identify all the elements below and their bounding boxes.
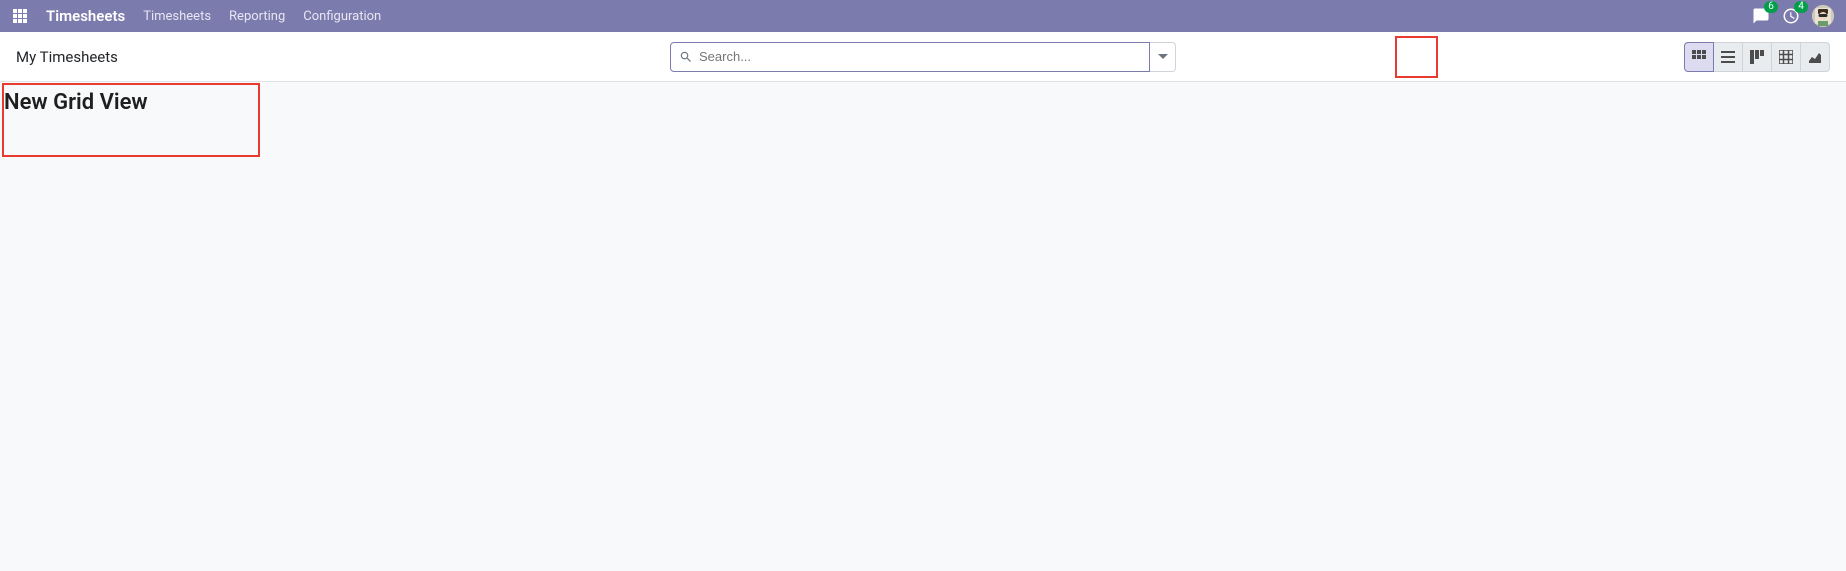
apps-icon[interactable] (12, 8, 28, 24)
empty-area (0, 123, 1846, 533)
view-kanban-button[interactable] (1742, 42, 1772, 72)
breadcrumb-title: My Timesheets (16, 48, 118, 66)
caret-down-icon (1158, 52, 1168, 62)
main-content: New Grid View (0, 82, 1846, 123)
activities-badge: 4 (1794, 1, 1808, 13)
view-grid-button[interactable] (1684, 42, 1714, 72)
messages-button[interactable]: 6 (1752, 7, 1770, 25)
control-bar: My Timesheets (0, 32, 1846, 82)
nav-right: 6 4 (1752, 5, 1834, 27)
view-list-button[interactable] (1713, 42, 1743, 72)
search-icon (679, 50, 693, 64)
graph-icon (1808, 50, 1822, 64)
list-icon (1721, 50, 1735, 64)
activities-button[interactable]: 4 (1782, 7, 1800, 25)
avatar-icon (1812, 5, 1834, 27)
kanban-icon (1750, 50, 1764, 64)
content-heading: New Grid View (0, 82, 1846, 123)
view-pivot-button[interactable] (1771, 42, 1801, 72)
grid-icon (1692, 50, 1706, 64)
nav-menu-timesheets[interactable]: Timesheets (143, 9, 211, 24)
nav-menu-reporting[interactable]: Reporting (229, 9, 285, 24)
user-avatar[interactable] (1812, 5, 1834, 27)
search-container (670, 42, 1176, 72)
nav-menu-configuration[interactable]: Configuration (303, 9, 381, 24)
view-switcher (1684, 42, 1830, 72)
pivot-icon (1779, 50, 1793, 64)
view-graph-button[interactable] (1800, 42, 1830, 72)
search-box[interactable] (670, 42, 1150, 72)
search-dropdown-toggle[interactable] (1150, 42, 1176, 72)
nav-left: Timesheets Timesheets Reporting Configur… (12, 7, 381, 25)
messages-badge: 6 (1764, 1, 1778, 13)
app-brand[interactable]: Timesheets (46, 7, 125, 25)
search-input[interactable] (699, 49, 1141, 64)
top-navbar: Timesheets Timesheets Reporting Configur… (0, 0, 1846, 32)
